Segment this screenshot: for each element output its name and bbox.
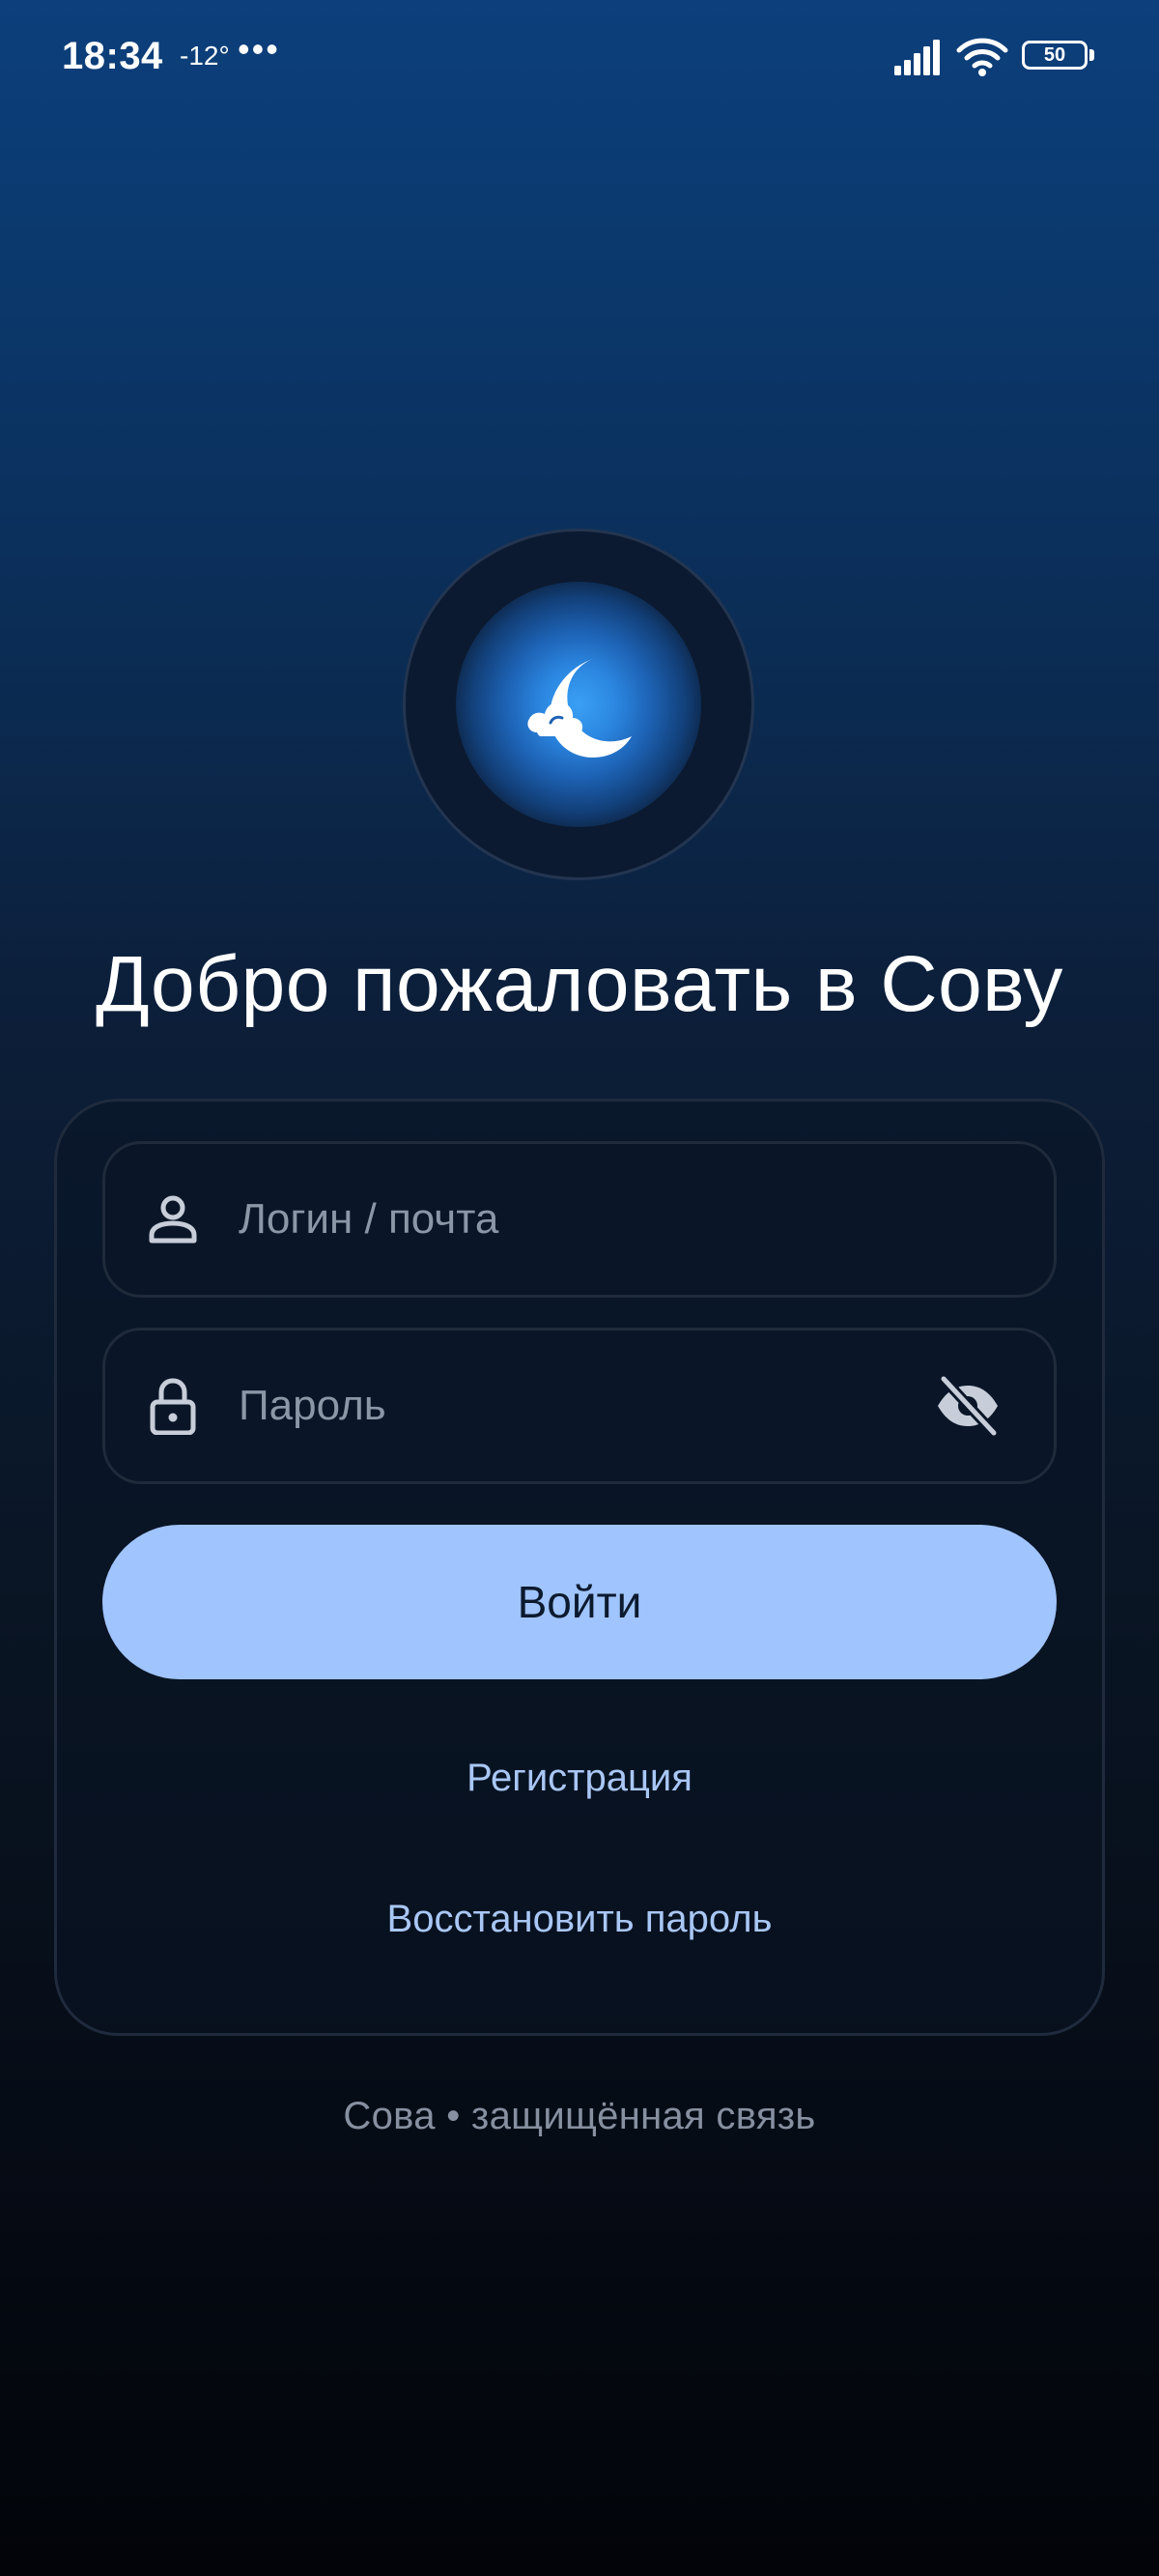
app-logo [403,529,754,880]
login-button[interactable]: Войти [102,1525,1057,1679]
register-link[interactable]: Регистрация [0,1757,1159,1800]
login-input[interactable] [239,1144,973,1295]
password-field[interactable] [102,1328,1057,1484]
wifi-icon [956,38,1008,76]
status-temperature: -12° [180,41,230,71]
eye-off-icon[interactable] [934,1373,1002,1439]
welcome-title: Добро пожаловать в Сову [96,940,1063,1028]
user-icon [149,1195,197,1244]
status-more-icon: ••• [238,29,280,69]
password-input[interactable] [239,1331,857,1481]
moon-cloud-icon [527,659,632,758]
footer-text: Сова • защищённая связь [343,2095,816,2137]
login-field[interactable] [102,1141,1057,1298]
signal-icon [894,40,940,75]
battery-level: 50 [1043,44,1066,66]
status-bar: 18:34 -12° ••• 50 [0,0,1159,116]
status-time: 18:34 [62,35,163,77]
lock-icon [150,1378,196,1435]
battery-icon: 50 [1022,41,1097,73]
restore-password-link[interactable]: Восстановить пароль [0,1898,1159,1941]
